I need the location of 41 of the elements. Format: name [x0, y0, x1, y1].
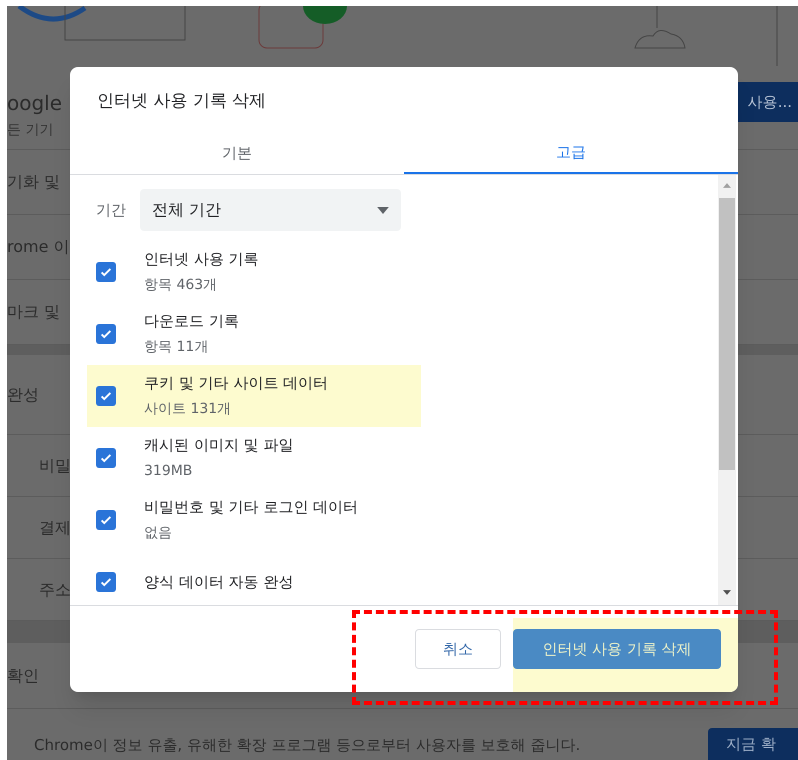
option-label: 비밀번호 및 기타 로그인 데이터 — [144, 497, 358, 518]
scroll-up-arrow-icon[interactable] — [723, 183, 731, 188]
option-label: 양식 데이터 자동 완성 — [144, 572, 294, 593]
settings-row-label: 주소 — [39, 578, 71, 600]
settings-row-label: 기화 및 — [7, 171, 60, 193]
settings-row-label: 비밀 — [39, 454, 71, 476]
tab[interactable]: 기본 — [70, 132, 404, 174]
section-heading: oogle — [7, 90, 62, 117]
section-label: 완성 — [7, 384, 39, 406]
dialog-title: 인터넷 사용 기록 삭제 — [97, 90, 266, 113]
option-label: 인터넷 사용 기록 — [144, 249, 259, 270]
checkbox[interactable] — [96, 262, 116, 282]
settings-row-label: 마크 및 — [7, 301, 60, 323]
sync-button[interactable]: 사용... — [738, 82, 798, 122]
cancel-button[interactable]: 취소 — [415, 629, 501, 669]
option-detail: 319MB — [144, 462, 194, 481]
scrollbar[interactable] — [718, 175, 736, 605]
delete-button[interactable]: 인터넷 사용 기록 삭제 — [513, 629, 721, 669]
checkbox[interactable] — [96, 572, 116, 592]
settings-row-label: 결제 — [39, 516, 71, 538]
period-select[interactable]: 전체 기간 — [140, 189, 401, 231]
dropdown-arrow-icon — [377, 206, 389, 214]
period-label: 기간 — [96, 200, 126, 221]
tab[interactable]: 고급 — [404, 132, 738, 174]
section-subheading: 든 기기 — [7, 121, 54, 140]
notice-text: Chrome이 정보 유출, 유해한 확장 프로그램 등으로부터 사용자를 보호해 줍니다. — [34, 734, 580, 756]
option-label: 캐시된 이미지 및 파일 — [144, 435, 294, 456]
option-detail: 사이트 131개 — [144, 400, 232, 419]
checkbox[interactable] — [96, 386, 116, 406]
checkbox[interactable] — [96, 324, 116, 344]
section-label: 확인 — [7, 664, 39, 686]
option-label: 쿠키 및 기타 사이트 데이터 — [144, 373, 328, 394]
scroll-down-arrow-icon[interactable] — [723, 590, 731, 595]
checkbox[interactable] — [96, 448, 116, 468]
option-label: 다운로드 기록 — [144, 311, 239, 332]
check-now-button[interactable]: 지금 확 — [708, 728, 798, 760]
checkbox[interactable] — [96, 510, 116, 530]
option-detail: 없음 — [144, 524, 173, 543]
settings-row-label: rome 이 — [7, 236, 70, 258]
option-detail: 항목 463개 — [144, 276, 218, 295]
option-detail: 항목 11개 — [144, 338, 210, 357]
